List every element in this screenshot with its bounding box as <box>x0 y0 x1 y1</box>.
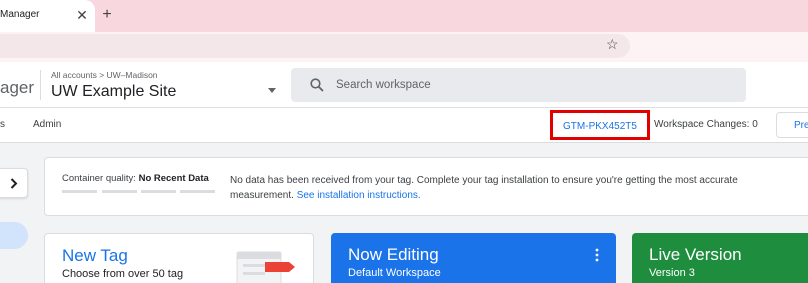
preview-label: Pre <box>794 120 808 131</box>
new-tag-title[interactable]: New Tag <box>62 246 128 266</box>
sidebar-active-item[interactable] <box>0 222 28 249</box>
browser-toolbar <box>0 32 808 62</box>
dropdown-caret-icon <box>268 88 276 93</box>
app-header: ager All accounts > UW–Madison UW Exampl… <box>0 62 808 108</box>
quality-message: No data has been received from your tag.… <box>230 175 738 201</box>
container-id[interactable]: GTM-PKX452T5 <box>553 121 647 132</box>
new-tab-button[interactable]: + <box>98 5 116 25</box>
new-tag-subtitle: Choose from over 50 tag <box>62 268 184 280</box>
quality-meter <box>62 190 216 194</box>
header-divider <box>40 70 41 100</box>
now-editing-title: Now Editing <box>348 245 439 264</box>
container-quality-card: Container quality: No Recent Data No dat… <box>44 157 808 216</box>
live-version-title: Live Version <box>649 245 742 264</box>
search-placeholder: Search workspace <box>336 79 431 91</box>
tab-close-icon[interactable]: ✕ <box>73 6 91 24</box>
breadcrumb[interactable]: All accounts > UW–Madison <box>51 70 158 80</box>
browser-tab[interactable]: Manager ✕ <box>0 0 95 32</box>
tag-illustration-icon <box>236 251 295 283</box>
installation-instructions-link[interactable]: See installation instructions. <box>297 190 421 201</box>
container-id-highlight[interactable]: GTM-PKX452T5 <box>550 110 650 140</box>
workspace-nav: s Admin GTM-PKX452T5 Workspace Changes: … <box>0 108 808 143</box>
product-name: ager <box>0 78 35 97</box>
preview-button[interactable]: Pre <box>776 112 808 138</box>
bookmark-star-icon[interactable]: ☆ <box>606 36 619 53</box>
container-name: UW Example Site <box>51 83 177 100</box>
quality-value: No Recent Data <box>138 173 209 184</box>
sidebar-expand-button[interactable] <box>0 168 28 198</box>
workspace-name: Default Workspace <box>348 267 441 279</box>
nav-tab-admin[interactable]: Admin <box>33 119 61 130</box>
search-input[interactable]: Search workspace <box>291 68 746 102</box>
quality-label: Container quality: No Recent Data <box>62 173 209 184</box>
workspace-changes: Workspace Changes: 0 <box>654 119 758 130</box>
chevron-right-icon <box>10 178 18 189</box>
new-tag-card[interactable]: New Tag Choose from over 50 tag <box>44 233 314 283</box>
browser-tabstrip: Manager ✕ + <box>0 0 808 32</box>
now-editing-card[interactable]: Now Editing Default Workspace <box>331 233 616 283</box>
live-version-number: Version 3 <box>649 267 695 279</box>
live-version-card[interactable]: Live Version Version 3 <box>632 233 808 283</box>
address-bar[interactable] <box>0 34 630 58</box>
nav-tab-partial[interactable]: s <box>0 119 5 130</box>
tab-title: Manager <box>0 9 40 20</box>
search-icon <box>310 78 324 92</box>
container-selector[interactable]: UW Example Site <box>51 83 281 105</box>
more-options-icon[interactable] <box>592 248 602 262</box>
